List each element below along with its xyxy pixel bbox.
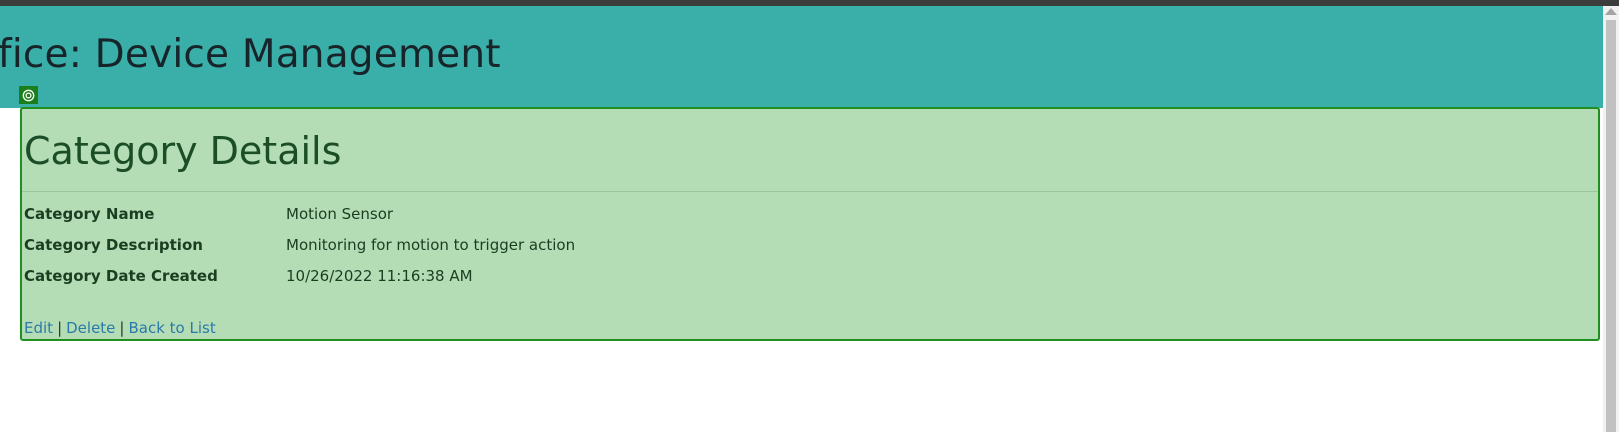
link-separator: | — [119, 319, 125, 337]
target-icon[interactable] — [19, 86, 38, 104]
category-name-value: Motion Sensor — [286, 205, 394, 223]
category-description-label: Category Description — [24, 236, 203, 254]
link-separator: | — [57, 319, 63, 337]
category-date-created-value: 10/26/2022 11:16:38 AM — [286, 267, 473, 285]
page-title: Category Details — [24, 129, 342, 173]
delete-link[interactable]: Delete — [66, 319, 115, 337]
category-details-panel: Category Details Category Name Motion Se… — [20, 107, 1600, 341]
site-header: ffice: Device Management — [0, 6, 1603, 108]
category-description-value: Monitoring for motion to trigger action — [286, 236, 576, 254]
category-name-label: Category Name — [24, 205, 155, 223]
scroll-up-arrow-icon[interactable] — [1605, 8, 1617, 15]
site-title: ffice: Device Management — [0, 32, 501, 77]
category-date-created-label: Category Date Created — [24, 267, 218, 285]
edit-link[interactable]: Edit — [24, 319, 53, 337]
action-links: Edit | Delete | Back to List — [24, 319, 216, 337]
scrollbar-thumb[interactable] — [1606, 20, 1616, 432]
divider — [22, 191, 1598, 192]
back-to-list-link[interactable]: Back to List — [128, 319, 215, 337]
